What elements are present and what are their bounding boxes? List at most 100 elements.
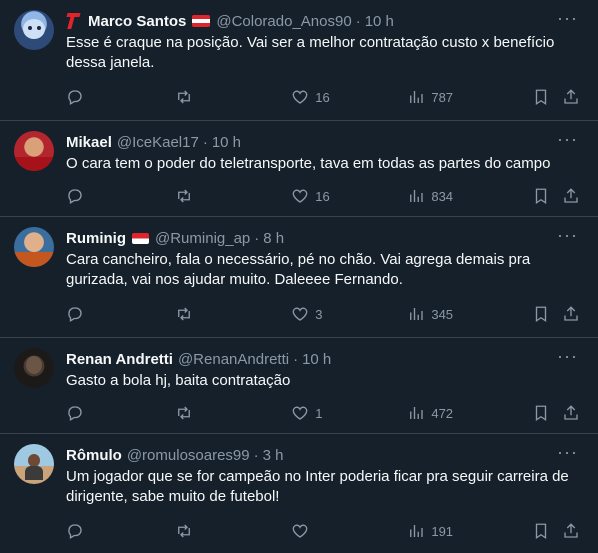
bookmark-icon xyxy=(536,523,547,540)
display-name[interactable]: Ruminig xyxy=(66,230,126,247)
reply-button[interactable] xyxy=(66,522,175,540)
avatar[interactable] xyxy=(14,227,54,267)
display-name[interactable]: Rômulo xyxy=(66,447,122,464)
timestamp[interactable]: 3 h xyxy=(263,447,284,464)
retweet-icon xyxy=(178,307,191,321)
more-options-button[interactable]: ··· xyxy=(557,442,578,463)
separator: · xyxy=(254,229,260,247)
username[interactable]: @RenanAndretti xyxy=(178,351,289,368)
reply-button[interactable] xyxy=(66,404,175,422)
views-count: 787 xyxy=(431,89,454,105)
tweet-header: Marco Santos @Colorado_Anos90 · 10 h xyxy=(66,11,582,31)
action-bar: 3 345 xyxy=(66,304,582,324)
avatar[interactable] xyxy=(14,10,54,50)
like-button[interactable]: 16 xyxy=(291,88,407,106)
like-button[interactable]: 1 xyxy=(291,404,407,422)
flag-icon xyxy=(192,15,211,27)
share-button[interactable] xyxy=(562,187,582,205)
like-button[interactable]: 3 xyxy=(291,305,407,323)
tweet-header: Rômulo @romulosoares99 · 3 h xyxy=(66,445,582,465)
bookmark-button[interactable] xyxy=(532,522,562,540)
views-icon xyxy=(410,407,424,419)
views-button[interactable]: 191 xyxy=(407,522,532,540)
bookmark-button[interactable] xyxy=(532,187,562,205)
retweet-button[interactable] xyxy=(175,522,291,540)
views-icon xyxy=(410,308,424,320)
views-button[interactable]: 787 xyxy=(407,88,532,106)
reply-button[interactable] xyxy=(66,305,175,323)
reply-button[interactable] xyxy=(66,187,175,205)
bookmark-button[interactable] xyxy=(532,404,562,422)
avatar-column xyxy=(14,434,66,553)
avatar-column xyxy=(14,121,66,216)
more-options-button[interactable]: ··· xyxy=(557,346,578,367)
retweet-icon xyxy=(178,189,191,203)
avatar[interactable] xyxy=(14,348,54,388)
flag-icon xyxy=(132,232,149,244)
more-options-button[interactable]: ··· xyxy=(557,225,578,246)
tweet-text: Cara cancheiro, fala o necessário, pé no… xyxy=(66,251,531,288)
timestamp[interactable]: 10 h xyxy=(302,351,331,368)
tweet[interactable]: Mikael @IceKael17 · 10 h O cara tem o po… xyxy=(0,121,598,217)
tweet-header: Ruminig @Ruminig_ap · 8 h xyxy=(66,228,582,248)
share-button[interactable] xyxy=(562,404,582,422)
timestamp[interactable]: 10 h xyxy=(365,13,394,30)
username[interactable]: @Ruminig_ap xyxy=(155,230,250,247)
avatar[interactable] xyxy=(14,131,54,171)
tweet-text: Esse é craque na posição. Vai ser a melh… xyxy=(66,34,555,71)
avatar[interactable] xyxy=(14,444,54,484)
views-button[interactable]: 834 xyxy=(407,187,532,205)
timestamp[interactable]: 10 h xyxy=(212,134,241,151)
tweet[interactable]: Marco Santos @Colorado_Anos90 · 10 h Ess… xyxy=(0,0,598,121)
display-name[interactable]: Mikael xyxy=(66,134,112,151)
tweet-body: Renan Andretti @RenanAndretti · 10 h Gas… xyxy=(66,338,582,433)
username[interactable]: @Colorado_Anos90 xyxy=(216,13,351,30)
username[interactable]: @IceKael17 xyxy=(117,134,199,151)
views-icon xyxy=(410,190,424,202)
retweet-button[interactable] xyxy=(175,404,291,422)
bookmark-icon xyxy=(536,89,547,106)
retweet-icon xyxy=(178,524,191,538)
like-count: 1 xyxy=(315,405,323,421)
bookmark-button[interactable] xyxy=(532,305,562,323)
reply-icon xyxy=(68,189,82,204)
username[interactable]: @romulosoares99 xyxy=(127,447,250,464)
share-icon xyxy=(564,523,578,538)
retweet-button[interactable] xyxy=(175,305,291,323)
display-name[interactable]: Renan Andretti xyxy=(66,351,173,368)
action-bar: 1 472 xyxy=(66,403,582,423)
reply-button[interactable] xyxy=(66,88,175,106)
reply-icon xyxy=(68,307,82,322)
share-button[interactable] xyxy=(562,522,582,540)
tweet-text: O cara tem o poder do teletransporte, ta… xyxy=(66,155,551,172)
tweet[interactable]: Ruminig @Ruminig_ap · 8 h Cara cancheiro… xyxy=(0,217,598,338)
more-options-button[interactable]: ··· xyxy=(557,8,578,29)
team-logo-icon xyxy=(66,13,80,29)
more-options-button[interactable]: ··· xyxy=(557,129,578,150)
bookmark-button[interactable] xyxy=(532,88,562,106)
share-icon xyxy=(564,306,578,321)
views-button[interactable]: 472 xyxy=(407,404,532,422)
views-count: 834 xyxy=(431,188,454,204)
reply-icon xyxy=(68,524,82,539)
action-bar: 16 834 xyxy=(66,186,582,206)
share-button[interactable] xyxy=(562,305,582,323)
retweet-icon xyxy=(178,406,191,420)
views-button[interactable]: 345 xyxy=(407,305,532,323)
tweet-text: Um jogador que se for campeão no Inter p… xyxy=(66,468,569,505)
retweet-button[interactable] xyxy=(175,88,291,106)
tweet[interactable]: Renan Andretti @RenanAndretti · 10 h Gas… xyxy=(0,338,598,434)
retweet-button[interactable] xyxy=(175,187,291,205)
display-name[interactable]: Marco Santos xyxy=(88,13,186,30)
share-button[interactable] xyxy=(562,88,582,106)
timestamp[interactable]: 8 h xyxy=(263,230,284,247)
tweet-text: Gasto a bola hj, baita contratação xyxy=(66,372,291,389)
like-button[interactable]: 16 xyxy=(291,187,407,205)
share-icon xyxy=(564,89,578,104)
retweet-icon xyxy=(178,90,191,104)
heart-icon xyxy=(292,189,308,203)
bookmark-icon xyxy=(536,306,547,323)
tweet-body: Rômulo @romulosoares99 · 3 h Um jogador … xyxy=(66,434,582,553)
tweet[interactable]: Rômulo @romulosoares99 · 3 h Um jogador … xyxy=(0,434,598,553)
like-button[interactable] xyxy=(291,522,407,540)
